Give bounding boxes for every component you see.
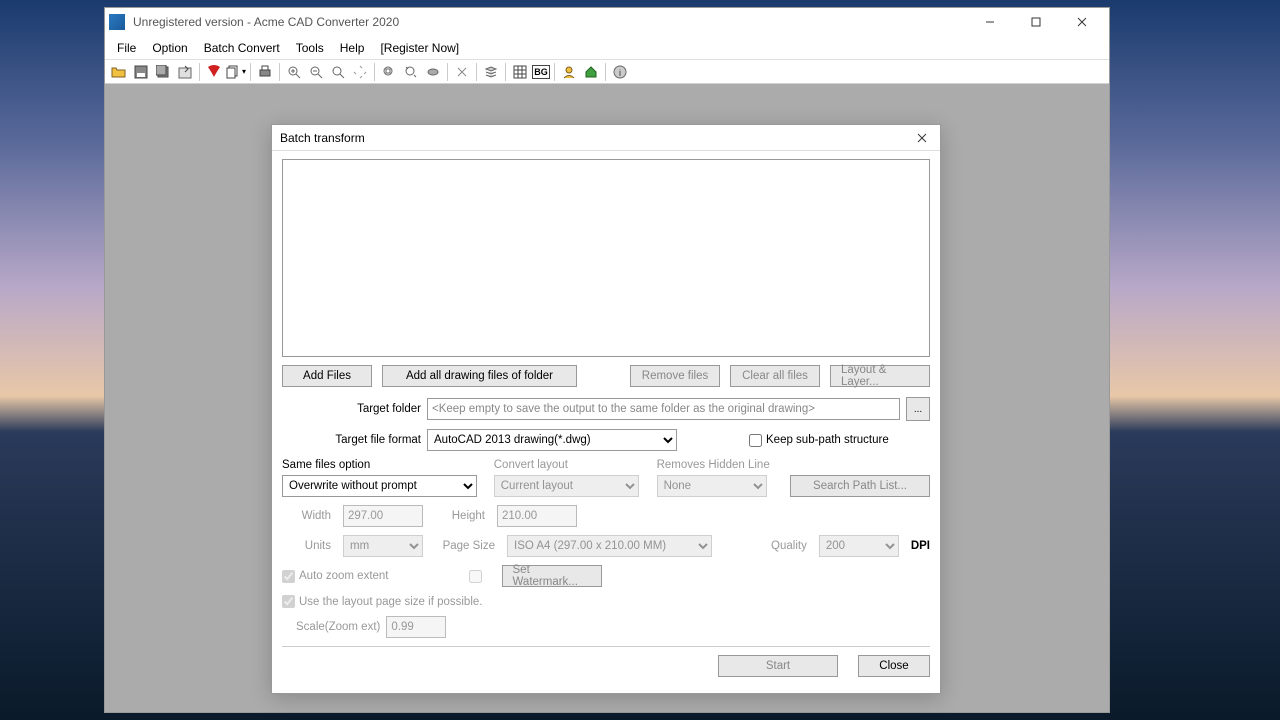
clear-all-button[interactable]: Clear all files xyxy=(730,365,820,387)
app-window: Unregistered version - Acme CAD Converte… xyxy=(104,7,1110,713)
dpi-label: DPI xyxy=(911,540,930,552)
workspace: Batch transform Add Files Add all drawin… xyxy=(105,84,1109,712)
app-icon xyxy=(109,14,125,30)
page-size-select: ISO A4 (297.00 x 210.00 MM) xyxy=(507,535,712,557)
grid-icon[interactable] xyxy=(510,62,530,82)
search-path-button[interactable]: Search Path List... xyxy=(790,475,930,497)
target-folder-label: Target folder xyxy=(282,403,421,415)
copy-icon[interactable]: ▾ xyxy=(226,62,246,82)
separator-icon xyxy=(250,63,251,81)
separator-icon xyxy=(554,63,555,81)
minimize-button[interactable] xyxy=(967,8,1013,36)
target-format-select[interactable]: AutoCAD 2013 drawing(*.dwg) xyxy=(427,429,677,451)
scale-label: Scale(Zoom ext) xyxy=(296,621,380,633)
quality-select: 200 xyxy=(819,535,899,557)
menu-register[interactable]: [Register Now] xyxy=(372,39,467,57)
separator-icon xyxy=(199,63,200,81)
width-input xyxy=(343,505,423,527)
keep-subpath-checkbox[interactable]: Keep sub-path structure xyxy=(749,434,889,447)
target-format-label: Target file format xyxy=(282,434,421,446)
height-label: Height xyxy=(435,510,485,522)
zoom-extents-icon[interactable] xyxy=(401,62,421,82)
separator-icon xyxy=(374,63,375,81)
file-list[interactable] xyxy=(282,159,930,357)
removes-hidden-label: Removes Hidden Line xyxy=(657,459,774,471)
use-layout-page-checkbox: Use the layout page size if possible. xyxy=(282,595,482,608)
watermark-checkbox xyxy=(469,570,482,583)
zoom-in-icon[interactable] xyxy=(284,62,304,82)
bg-icon[interactable]: BG xyxy=(532,65,550,79)
pdf-icon[interactable] xyxy=(204,62,224,82)
remove-files-button[interactable]: Remove files xyxy=(630,365,720,387)
menu-file[interactable]: File xyxy=(109,39,144,57)
height-input xyxy=(497,505,577,527)
caret-icon: ▾ xyxy=(242,67,246,76)
auto-zoom-checkbox: Auto zoom extent xyxy=(282,570,389,583)
scale-input xyxy=(386,616,446,638)
convert-layout-label: Convert layout xyxy=(494,459,641,471)
print-icon[interactable] xyxy=(255,62,275,82)
view3d-icon[interactable] xyxy=(423,62,443,82)
layers-icon[interactable] xyxy=(481,62,501,82)
separator-icon xyxy=(605,63,606,81)
pan-icon[interactable] xyxy=(350,62,370,82)
set-watermark-button[interactable]: Set Watermark... xyxy=(502,565,602,587)
separator-icon xyxy=(279,63,280,81)
units-select: mm xyxy=(343,535,423,557)
separator-icon xyxy=(476,63,477,81)
convert-layout-select: Current layout xyxy=(494,475,639,497)
batch-transform-dialog: Batch transform Add Files Add all drawin… xyxy=(271,124,941,694)
width-label: Width xyxy=(282,510,331,522)
separator-icon xyxy=(505,63,506,81)
dialog-titlebar: Batch transform xyxy=(272,125,940,151)
zoom-out-icon[interactable] xyxy=(306,62,326,82)
window-title: Unregistered version - Acme CAD Converte… xyxy=(133,15,967,29)
svg-text:i: i xyxy=(619,68,621,78)
page-size-label: Page Size xyxy=(435,540,495,552)
export-icon[interactable] xyxy=(175,62,195,82)
layout-layer-button[interactable]: Layout & Layer... xyxy=(830,365,930,387)
same-files-label: Same files option xyxy=(282,459,478,471)
same-files-select[interactable]: Overwrite without prompt xyxy=(282,475,477,497)
quality-label: Quality xyxy=(771,540,807,552)
start-button[interactable]: Start xyxy=(718,655,838,677)
titlebar: Unregistered version - Acme CAD Converte… xyxy=(105,8,1109,36)
separator-icon xyxy=(447,63,448,81)
dialog-close-button[interactable] xyxy=(912,128,932,148)
menu-tools[interactable]: Tools xyxy=(288,39,332,57)
window-controls xyxy=(967,8,1105,36)
zoom-fit-icon[interactable] xyxy=(328,62,348,82)
tool-icon[interactable] xyxy=(452,62,472,82)
menubar: File Option Batch Convert Tools Help [Re… xyxy=(105,36,1109,60)
menu-help[interactable]: Help xyxy=(332,39,373,57)
file-buttons-row: Add Files Add all drawing files of folde… xyxy=(282,365,930,387)
removes-hidden-select: None xyxy=(657,475,767,497)
open-icon[interactable] xyxy=(109,62,129,82)
units-label: Units xyxy=(282,540,331,552)
save-all-icon[interactable] xyxy=(153,62,173,82)
close-button[interactable]: Close xyxy=(858,655,930,677)
add-folder-button[interactable]: Add all drawing files of folder xyxy=(382,365,577,387)
info-icon[interactable]: i xyxy=(610,62,630,82)
target-folder-input[interactable] xyxy=(427,398,900,420)
menu-option[interactable]: Option xyxy=(144,39,195,57)
save-icon[interactable] xyxy=(131,62,151,82)
toolbar: ▾ BG i xyxy=(105,60,1109,84)
home-icon[interactable] xyxy=(581,62,601,82)
menu-batch-convert[interactable]: Batch Convert xyxy=(196,39,288,57)
divider xyxy=(282,646,930,647)
close-button[interactable] xyxy=(1059,8,1105,36)
user-icon[interactable] xyxy=(559,62,579,82)
zoom-window-icon[interactable] xyxy=(379,62,399,82)
maximize-button[interactable] xyxy=(1013,8,1059,36)
dialog-title: Batch transform xyxy=(280,131,912,145)
browse-button[interactable]: ... xyxy=(906,397,930,421)
dialog-body: Add Files Add all drawing files of folde… xyxy=(272,151,940,693)
add-files-button[interactable]: Add Files xyxy=(282,365,372,387)
